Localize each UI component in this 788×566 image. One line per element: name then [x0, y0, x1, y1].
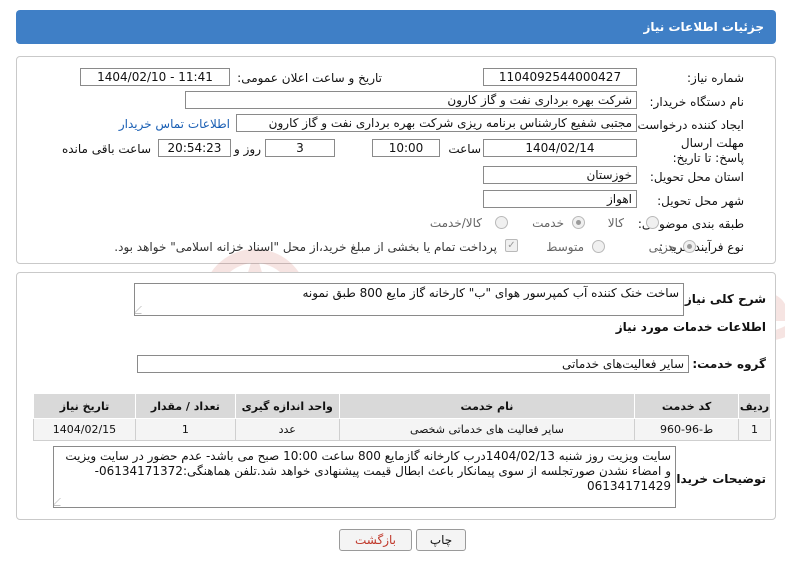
table-row[interactable]: 1 ط-96-960 سایر فعالیت های خدماتی شخصی ع…: [33, 418, 771, 441]
col-code: کد خدمت: [634, 393, 740, 419]
category-service-radio[interactable]: [572, 216, 585, 229]
process-medium-label: متوسط: [546, 240, 584, 254]
category-goods-label: کالا: [607, 216, 624, 230]
category-goods-radio[interactable]: [646, 216, 659, 229]
city-label: شهر محل تحویل:: [657, 194, 744, 208]
resize-handle[interactable]: [135, 306, 149, 314]
category-goods-service-radio[interactable]: [495, 216, 508, 229]
contact-buyer-link[interactable]: اطلاعات تماس خریدار: [119, 117, 230, 131]
service-group-field[interactable]: سایر فعالیت‌های خدماتی: [137, 355, 689, 373]
days-field[interactable]: 3: [265, 139, 335, 157]
deadline-date-field[interactable]: 1404/02/14: [483, 139, 637, 157]
col-qty: تعداد / مقدار: [134, 393, 236, 419]
deadline-time-label: ساعت: [448, 142, 481, 156]
buyer-field[interactable]: شرکت بهره برداری نفت و گاز کارون: [185, 91, 637, 109]
services-section-title: اطلاعات خدمات مورد نیاز: [615, 320, 766, 334]
announce-label: تاریخ و ساعت اعلان عمومی:: [237, 71, 382, 85]
col-date: تاریخ نیاز: [33, 393, 136, 419]
services-table: ردیف کد خدمت نام خدمت واحد اندازه گیری ت…: [33, 393, 771, 441]
buyer-notes-text: سایت ویزیت روز شنبه 1404/02/13درب کارخان…: [65, 449, 671, 493]
category-service-label: خدمت: [532, 216, 564, 230]
col-unit: واحد اندازه گیری: [234, 393, 340, 419]
cell-row: 1: [738, 418, 771, 441]
cell-code: ط-96-960: [634, 418, 740, 441]
process-minor-label: جزیی: [648, 240, 676, 254]
col-name: نام خدمت: [338, 393, 636, 419]
remaining-label: ساعت باقی مانده: [61, 142, 151, 156]
category-goods-service-label: کالا/خدمت: [429, 216, 482, 230]
deadline-label: مهلت ارسال پاسخ: تا تاریخ:: [672, 136, 744, 165]
resize-handle[interactable]: [54, 498, 68, 506]
process-medium-radio[interactable]: [592, 240, 605, 253]
col-row: ردیف: [738, 393, 771, 419]
summary-label: شرح کلی نیاز:: [680, 292, 766, 306]
cell-name: سایر فعالیت های خدماتی شخصی: [338, 418, 636, 441]
announce-field[interactable]: 1404/02/10 - 11:41: [80, 68, 230, 86]
table-header-row: ردیف کد خدمت نام خدمت واحد اندازه گیری ت…: [33, 393, 771, 419]
cell-qty: 1: [134, 418, 236, 441]
process-minor-radio[interactable]: [683, 240, 696, 253]
city-field[interactable]: اهواز: [483, 190, 637, 208]
requester-field[interactable]: مجتبی شفیع کارشناس برنامه ریزی شرکت بهره…: [236, 114, 637, 132]
service-group-label: گروه خدمت:: [692, 357, 766, 371]
need-number-field[interactable]: 1104092544000427: [483, 68, 637, 86]
cell-unit: عدد: [234, 418, 340, 441]
province-field[interactable]: خوزستان: [483, 166, 637, 184]
treasury-checkbox[interactable]: ✓: [505, 239, 518, 252]
remaining-time-field: 20:54:23: [158, 139, 231, 157]
requester-label: ایجاد کننده درخواست:: [633, 118, 744, 132]
days-label: روز و: [234, 142, 261, 156]
province-label: استان محل تحویل:: [649, 170, 744, 184]
payment-note: پرداخت تمام یا بخشی از مبلغ خرید،از محل …: [114, 240, 497, 254]
back-button[interactable]: بازگشت: [339, 529, 412, 551]
cell-date: 1404/02/15: [33, 418, 136, 441]
page-title: جزئیات اطلاعات نیاز: [643, 20, 764, 34]
summary-textarea[interactable]: ساخت خنک کننده آب کمپرسور هوای "ب" کارخا…: [134, 283, 684, 316]
buyer-notes-label: توضیحات خریدار:: [664, 472, 766, 486]
page-header: جزئیات اطلاعات نیاز: [16, 10, 776, 44]
buyer-notes-textarea[interactable]: سایت ویزیت روز شنبه 1404/02/13درب کارخان…: [53, 446, 676, 508]
summary-text: ساخت خنک کننده آب کمپرسور هوای "ب" کارخا…: [302, 286, 680, 300]
buyer-label: نام دستگاه خریدار:: [649, 95, 745, 109]
need-number-label: شماره نیاز:: [687, 71, 744, 85]
print-button[interactable]: چاپ: [416, 529, 466, 551]
deadline-time-field[interactable]: 10:00: [372, 139, 440, 157]
